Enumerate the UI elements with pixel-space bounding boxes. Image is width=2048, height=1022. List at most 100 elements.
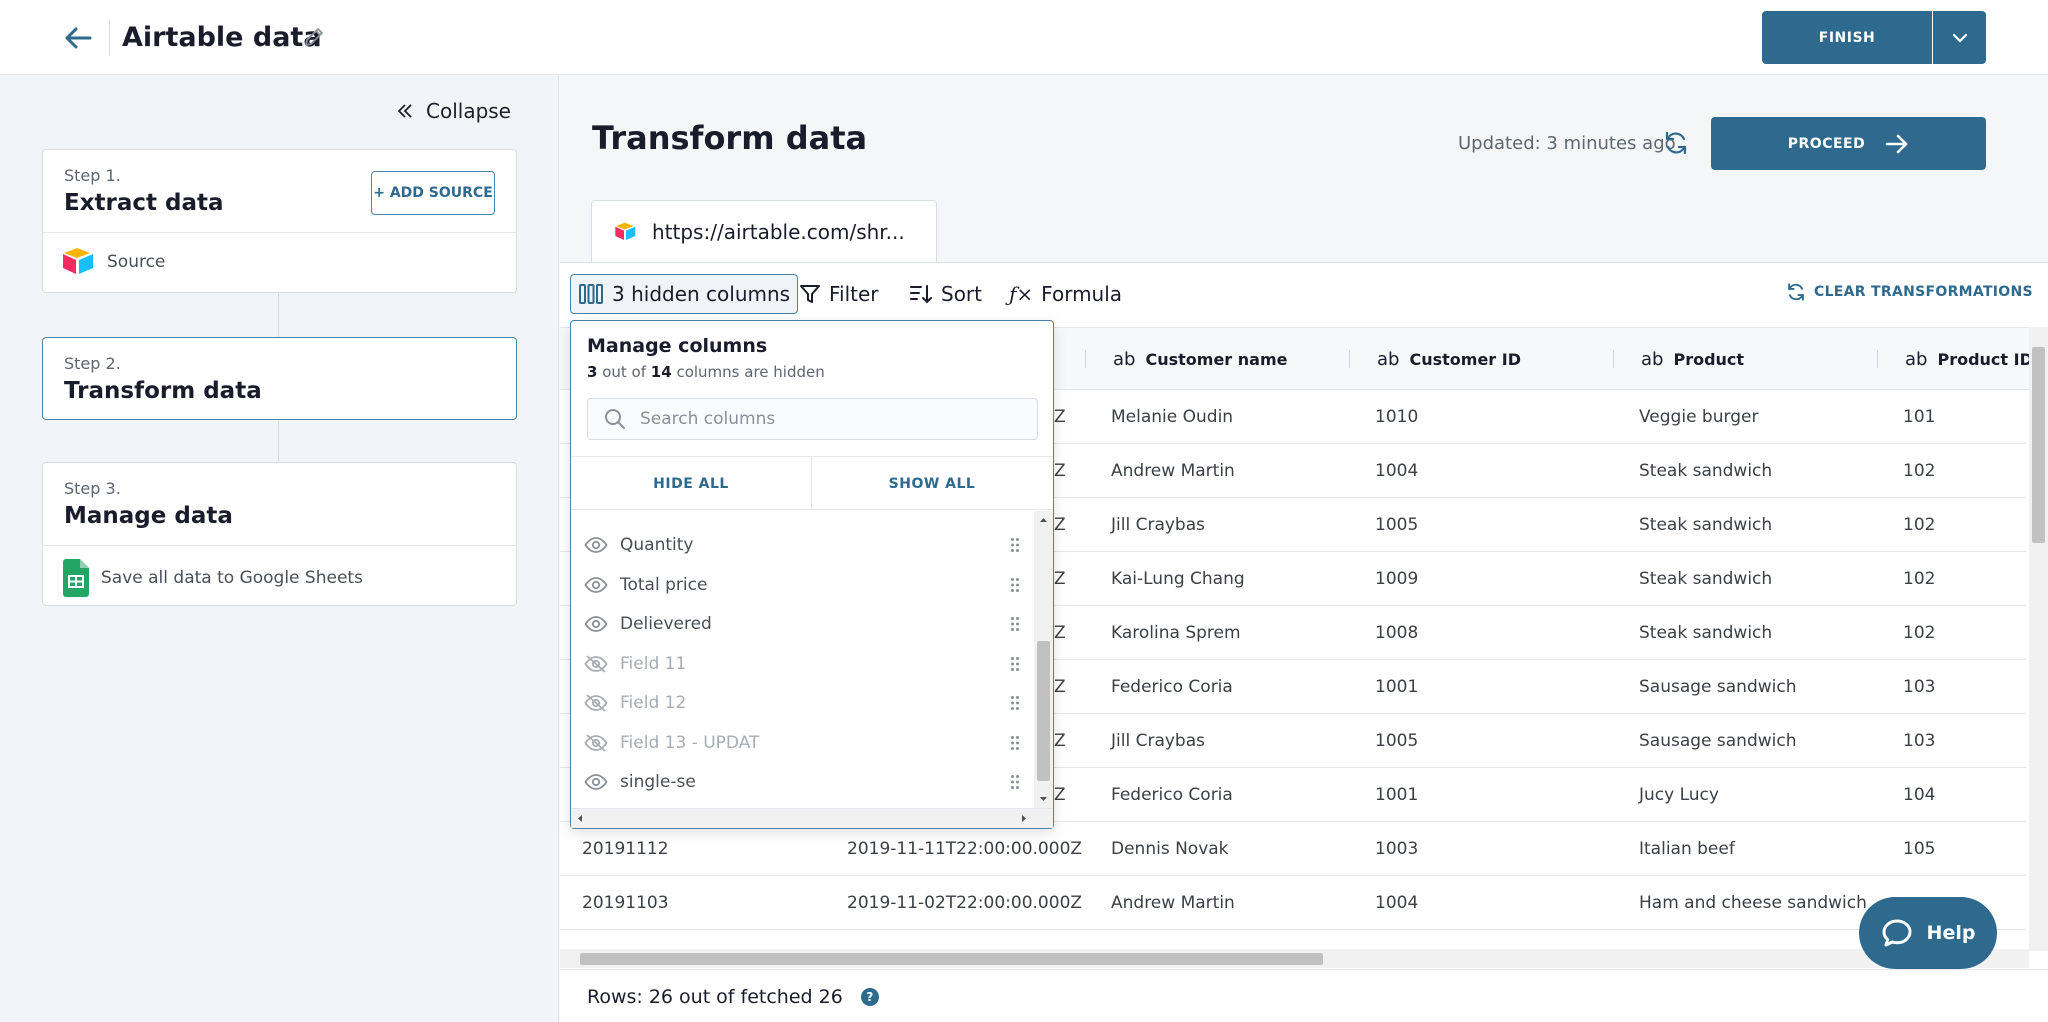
column-header-customer-name[interactable]: ab Customer name (1113, 328, 1287, 390)
eye-icon[interactable] (584, 536, 608, 554)
table-cell[interactable]: 103 (1903, 714, 1935, 768)
table-cell[interactable]: Z (1054, 606, 1066, 660)
table-cell[interactable]: Z (1054, 444, 1066, 498)
filter-button[interactable]: Filter (799, 274, 879, 314)
table-row[interactable]: 20191112 2019-11-11T22:00:00.000Z Dennis N… (560, 822, 2026, 876)
table-vertical-scrollbar[interactable] (2029, 327, 2048, 951)
table-cell[interactable]: Jill Craybas (1111, 498, 1205, 552)
formula-button[interactable]: ƒ× Formula (1009, 274, 1122, 314)
finish-button[interactable]: FINISH (1762, 11, 1932, 64)
column-header-product-id[interactable]: ab Product ID (1905, 328, 2033, 390)
tab-source[interactable]: https://airtable.com/shr... (591, 200, 937, 263)
column-toggle-item[interactable]: Delievered (584, 604, 1024, 644)
table-cell[interactable]: Steak sandwich (1639, 606, 1772, 660)
drag-handle-icon[interactable] (1010, 695, 1020, 716)
table-cell[interactable]: 102 (1903, 498, 1935, 552)
drag-handle-icon[interactable] (1010, 656, 1020, 677)
table-cell[interactable]: Karolina Sprem (1111, 606, 1241, 660)
show-all-button[interactable]: SHOW ALL (812, 457, 1052, 510)
table-cell[interactable]: Dennis Novak (1111, 822, 1229, 876)
table-cell[interactable]: 2019-11-11T22:00:00.000Z (847, 822, 1082, 876)
eye-off-icon[interactable] (584, 654, 608, 673)
column-header-product[interactable]: ab Product (1641, 328, 1744, 390)
table-cell[interactable]: Kai-Lung Chang (1111, 552, 1245, 606)
table-cell[interactable]: 1005 (1375, 498, 1418, 552)
scroll-right-icon[interactable] (1017, 809, 1031, 828)
table-cell[interactable]: 102 (1903, 606, 1935, 660)
search-columns-input[interactable] (640, 409, 1020, 429)
table-cell[interactable]: 102 (1903, 444, 1935, 498)
drag-handle-icon[interactable] (1010, 537, 1020, 558)
hide-all-button[interactable]: HIDE ALL (571, 457, 811, 510)
table-cell[interactable]: Federico Coria (1111, 660, 1233, 714)
scroll-down-icon[interactable] (1034, 792, 1053, 806)
step-manage-card[interactable]: Step 3. Manage data Save all data to Goo… (42, 462, 517, 606)
column-toggle-item[interactable]: Field 12 (584, 683, 1024, 723)
table-cell[interactable]: 1008 (1375, 606, 1418, 660)
source-item[interactable]: Source (61, 246, 165, 278)
step-transform-card[interactable]: Step 2. Transform data (42, 337, 517, 420)
table-cell[interactable]: 105 (1903, 822, 1935, 876)
column-header-customer-id[interactable]: ab Customer ID (1377, 328, 1521, 390)
eye-icon[interactable] (584, 615, 608, 633)
scroll-thumb[interactable] (1037, 641, 1050, 781)
column-toggle-item[interactable]: Total price (584, 565, 1024, 605)
table-cell[interactable]: Z (1054, 552, 1066, 606)
drag-handle-icon[interactable] (1010, 774, 1020, 795)
table-cell[interactable]: 104 (1903, 768, 1935, 822)
scroll-thumb[interactable] (580, 953, 1323, 965)
table-cell[interactable]: Veggie burger (1639, 390, 1758, 444)
table-cell[interactable]: 1003 (1375, 822, 1418, 876)
table-cell[interactable]: 2019-11-02T22:00:00.000Z (847, 876, 1082, 930)
column-toggle-item[interactable]: Field 11 (584, 644, 1024, 684)
table-cell[interactable]: Sausage sandwich (1639, 714, 1797, 768)
drag-handle-icon[interactable] (1010, 735, 1020, 756)
finish-dropdown-button[interactable] (1933, 11, 1986, 64)
table-cell[interactable]: Jill Craybas (1111, 714, 1205, 768)
table-cell[interactable]: 1001 (1375, 768, 1418, 822)
table-cell[interactable]: 20191112 (582, 822, 669, 876)
table-cell[interactable]: Federico Coria (1111, 768, 1233, 822)
table-row[interactable]: 20191103 2019-11-02T22:00:00.000Z Andrew M… (560, 876, 2026, 930)
back-arrow-icon[interactable] (60, 20, 96, 56)
table-cell[interactable]: 1004 (1375, 444, 1418, 498)
table-cell[interactable]: 1004 (1375, 876, 1418, 930)
table-cell[interactable]: Jucy Lucy (1639, 768, 1719, 822)
table-cell[interactable]: Steak sandwich (1639, 444, 1772, 498)
table-cell[interactable]: 1009 (1375, 552, 1418, 606)
table-cell[interactable]: 1005 (1375, 714, 1418, 768)
destination-item[interactable]: Save all data to Google Sheets (61, 559, 363, 597)
eye-off-icon[interactable] (584, 694, 608, 712)
eye-icon[interactable] (584, 576, 608, 594)
column-list-horizontal-scrollbar[interactable] (571, 808, 1053, 828)
table-cell[interactable]: Steak sandwich (1639, 552, 1772, 606)
table-cell[interactable]: Z (1054, 714, 1066, 768)
table-cell[interactable]: Steak sandwich (1639, 498, 1772, 552)
hidden-columns-button[interactable]: 3 hidden columns (570, 274, 799, 314)
table-cell[interactable]: Z (1054, 768, 1066, 822)
sort-button[interactable]: Sort (909, 274, 982, 314)
table-cell[interactable]: 103 (1903, 660, 1935, 714)
scroll-thumb[interactable] (2032, 347, 2045, 543)
clear-transformations-button[interactable]: CLEAR TRANSFORMATIONS (1786, 282, 2033, 302)
eye-icon[interactable] (584, 773, 608, 791)
scroll-left-icon[interactable] (573, 809, 587, 828)
pencil-icon[interactable] (302, 25, 328, 51)
step-extract-card[interactable]: Step 1. Extract data + ADD SOURCE Source (42, 149, 517, 293)
collapse-button[interactable]: Collapse (398, 99, 511, 123)
refresh-icon[interactable] (1663, 130, 1689, 156)
proceed-button[interactable]: PROCEED (1711, 117, 1986, 170)
table-cell[interactable]: Z (1054, 660, 1066, 714)
table-cell[interactable]: 1001 (1375, 660, 1418, 714)
column-list-scrollbar[interactable] (1034, 511, 1053, 808)
eye-off-icon[interactable] (584, 733, 608, 752)
table-cell[interactable]: Melanie Oudin (1111, 390, 1233, 444)
help-button[interactable]: Help (1859, 897, 1997, 969)
add-source-button[interactable]: + ADD SOURCE (371, 171, 495, 215)
table-cell[interactable]: Z (1054, 498, 1066, 552)
table-cell[interactable]: Andrew Martin (1111, 876, 1235, 930)
table-cell[interactable]: Z (1054, 390, 1066, 444)
drag-handle-icon[interactable] (1010, 577, 1020, 598)
table-cell[interactable]: Italian beef (1639, 822, 1735, 876)
table-cell[interactable]: 101 (1903, 390, 1935, 444)
